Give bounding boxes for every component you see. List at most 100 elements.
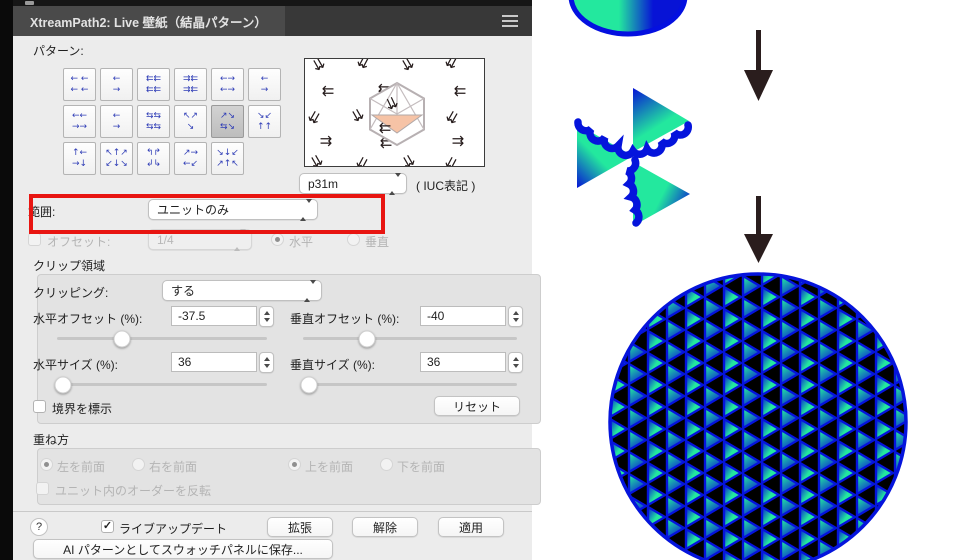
pattern-tile-icon: ↘↓↙ ↗↑↖: [216, 148, 239, 169]
front-right-radio[interactable]: [132, 458, 145, 471]
pattern-tile-17[interactable]: ↘↓↙ ↗↑↖: [211, 142, 244, 175]
h-size-input[interactable]: 36: [171, 352, 257, 372]
offset-vertical-radio[interactable]: [347, 233, 360, 246]
hamburger-menu-icon[interactable]: [502, 15, 518, 17]
artboard-illustration: [568, 0, 908, 560]
panel-tab[interactable]: XtreamPath2: Live 壁紙（結晶パターン）: [13, 6, 285, 36]
help-button[interactable]: ?: [30, 518, 48, 536]
pattern-tile-icon: ↗→ ←↙: [182, 148, 199, 169]
live-update-checkbox[interactable]: ✓: [101, 520, 114, 533]
symmetry-group-select[interactable]: p31m: [299, 173, 407, 195]
pattern-tile-11[interactable]: ↗↘ ⇆↘: [211, 105, 244, 138]
h-size-stepper[interactable]: [259, 352, 274, 373]
slider-knob[interactable]: [358, 330, 376, 347]
patterned-circle: [608, 272, 908, 560]
h-offset-stepper[interactable]: [259, 306, 274, 327]
live-update-label: ライブアップデート: [119, 522, 228, 536]
pattern-tile-icon: ↘↙ ↑↑: [256, 111, 273, 132]
select-stepper-icon: [389, 173, 401, 195]
pattern-tile-icon: ↰↱ ↲↳: [145, 148, 162, 169]
pattern-tile-12[interactable]: ↘↙ ↑↑: [248, 105, 281, 138]
slider-track[interactable]: [303, 337, 517, 340]
slider-track[interactable]: [57, 383, 267, 386]
front-left-radio[interactable]: [40, 458, 53, 471]
pattern-tile-1[interactable]: ← ← ← ←: [63, 68, 96, 101]
front-top-label: 上を前面: [305, 460, 354, 474]
pattern-preview: ⇊ ⇊ ⇊ ⇊ ⇊ ⇊ ⇊ ⇊ ⇊ ⇊ ⇊ ⇊ ⇊ ⇊ ⇊ ⇊ ⇊ ⇊ ⇊: [304, 58, 485, 167]
slider-track[interactable]: [57, 337, 267, 340]
v-offset-input[interactable]: -40: [420, 306, 506, 326]
h-size-label: 水平サイズ (%):: [33, 358, 118, 372]
offset-fraction-value: 1/4: [157, 232, 174, 247]
offset-checkbox[interactable]: [28, 233, 41, 246]
offset-horizontal-label: 水平: [289, 235, 314, 249]
show-boundary-checkbox[interactable]: [33, 400, 46, 413]
offset-vertical-label: 垂直: [365, 235, 390, 249]
front-bottom-radio[interactable]: [380, 458, 393, 471]
offset-fraction-select[interactable]: 1/4: [148, 229, 252, 251]
window-edge-strip: [0, 0, 13, 560]
h-size-slider[interactable]: [54, 376, 267, 393]
pattern-unit-shape: [574, 88, 692, 227]
reverse-order-label: ユニット内のオーダーを反転: [55, 484, 212, 498]
v-size-label: 垂直サイズ (%):: [290, 358, 375, 372]
pattern-tile-icon: ↖↗ ↘: [182, 111, 199, 132]
pattern-tile-6[interactable]: ← →: [248, 68, 281, 101]
pattern-tile-7[interactable]: ←← →→: [63, 105, 96, 138]
v-size-input[interactable]: 36: [420, 352, 506, 372]
slider-knob[interactable]: [113, 330, 131, 347]
select-stepper-icon: [234, 229, 246, 251]
front-top-radio[interactable]: [288, 458, 301, 471]
titlebar: XtreamPath2: Live 壁紙（結晶パターン）: [13, 6, 532, 36]
offset-horizontal-radio[interactable]: [271, 233, 284, 246]
slider-knob[interactable]: [54, 376, 72, 393]
v-size-stepper[interactable]: [508, 352, 523, 373]
h-offset-slider[interactable]: [57, 330, 267, 347]
xtreampath-dialog: XtreamPath2: Live 壁紙（結晶パターン） パターン: ← ← ←…: [13, 0, 541, 560]
pattern-tile-icon: ←→ ←→: [219, 74, 236, 95]
pattern-tile-15[interactable]: ↰↱ ↲↳: [137, 142, 170, 175]
h-offset-input[interactable]: -37.5: [171, 306, 257, 326]
range-select[interactable]: ユニットのみ: [148, 199, 318, 221]
pattern-tile-icon: ← →: [260, 74, 269, 95]
slider-knob[interactable]: [300, 376, 318, 393]
close-icon[interactable]: [25, 1, 34, 5]
pattern-tile-2[interactable]: ← →: [100, 68, 133, 101]
pattern-tile-10[interactable]: ↖↗ ↘: [174, 105, 207, 138]
clip-region-title: クリップ領域: [33, 259, 106, 273]
release-button[interactable]: 解除: [352, 517, 418, 537]
clipping-select[interactable]: する: [162, 280, 322, 302]
pattern-tile-8[interactable]: ← →: [100, 105, 133, 138]
footer-separator: [13, 511, 532, 512]
reverse-order-checkbox[interactable]: [36, 482, 49, 495]
pattern-tile-icon: ← →: [112, 74, 121, 95]
pattern-tile-icon: ⇆⇆ ⇆⇆: [145, 111, 162, 132]
front-bottom-label: 下を前面: [397, 460, 446, 474]
v-size-slider[interactable]: [300, 376, 517, 393]
pattern-tile-icon: ← →: [112, 111, 121, 132]
pattern-tile-icon: ↑← →↓: [71, 148, 88, 169]
pattern-tile-3[interactable]: ⇇⇇ ⇇⇇: [137, 68, 170, 101]
pattern-tile-4[interactable]: ⇉⇇ ⇉⇇: [174, 68, 207, 101]
pattern-tile-16[interactable]: ↗→ ←↙: [174, 142, 207, 175]
pattern-tile-5[interactable]: ←→ ←→: [211, 68, 244, 101]
preview-arrow-icon: ⇊: [375, 121, 394, 135]
iuc-notation-label: ( IUC表記 ): [416, 179, 476, 193]
down-arrow-icon: [744, 196, 773, 263]
slider-track[interactable]: [303, 383, 517, 386]
front-right-label: 右を前面: [149, 460, 198, 474]
apply-button[interactable]: 適用: [438, 517, 504, 537]
pattern-tile-14[interactable]: ↖↑↗ ↙↓↘: [100, 142, 133, 175]
reset-button[interactable]: リセット: [434, 396, 520, 416]
v-offset-slider[interactable]: [303, 330, 517, 347]
pattern-tile-13[interactable]: ↑← →↓: [63, 142, 96, 175]
screenshot-stage: XtreamPath2: Live 壁紙（結晶パターン） パターン: ← ← ←…: [0, 0, 980, 560]
pattern-grid: ← ← ← ← ← → ⇇⇇ ⇇⇇ ⇉⇇ ⇉⇇ ←→ ←→ ← → ←← →→ ← → ⇆⇆ ⇆…: [63, 68, 285, 179]
range-value: ユニットのみ: [157, 203, 230, 217]
v-offset-stepper[interactable]: [508, 306, 523, 327]
clipping-value: する: [171, 284, 196, 298]
expand-button[interactable]: 拡張: [267, 517, 333, 537]
pattern-tile-9[interactable]: ⇆⇆ ⇆⇆: [137, 105, 170, 138]
save-swatch-button[interactable]: AI パターンとしてスウォッチパネルに保存...: [33, 539, 333, 559]
preview-hex-arrows: ⇊ ⇊: [305, 59, 484, 166]
